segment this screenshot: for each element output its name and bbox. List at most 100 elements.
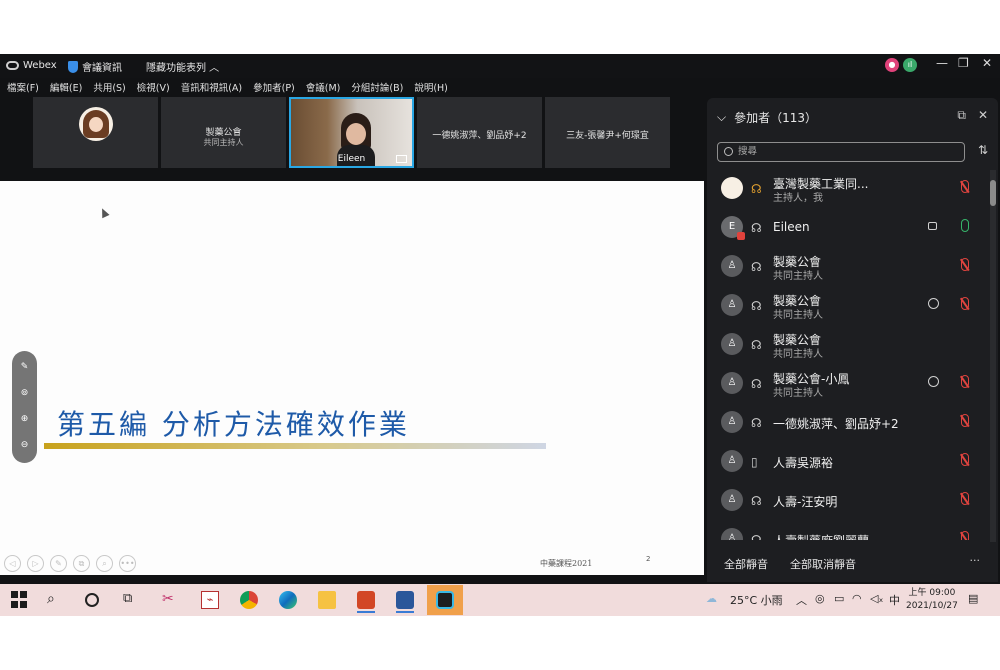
muted-mic-icon[interactable]: [961, 492, 969, 505]
chevron-down-icon[interactable]: ⌵: [717, 110, 726, 125]
avatar: [79, 107, 113, 141]
file-explorer-icon[interactable]: [318, 591, 336, 609]
list-item[interactable]: ♙ ☊ 製藥公會-小鳳 共同主持人: [707, 365, 990, 404]
menu-file[interactable]: 檔案(F): [0, 80, 39, 96]
chat-bubble-icon[interactable]: [928, 376, 939, 387]
video-tile-active-speaker[interactable]: Eileen: [289, 97, 414, 168]
restore-button[interactable]: ❐: [958, 56, 969, 70]
chat-bubble-icon[interactable]: [928, 298, 939, 309]
record-icon[interactable]: ●: [885, 58, 899, 72]
battery-icon[interactable]: ▭: [834, 592, 844, 605]
avatar: ♙: [721, 450, 743, 472]
participant-name: Eileen: [773, 220, 810, 234]
list-item[interactable]: ♙ ☊ 製藥公會 共同主持人: [707, 248, 990, 287]
list-item[interactable]: ♙ ☊ 人壽製藥廠劉麗蘭: [707, 521, 990, 540]
webex-logo: Webex: [6, 60, 57, 71]
menu-help[interactable]: 說明(H): [407, 80, 448, 96]
muted-mic-icon[interactable]: [961, 297, 969, 310]
list-item[interactable]: ♙ ☊ 人壽-汪安明: [707, 482, 990, 521]
sort-icon[interactable]: ⇅: [978, 143, 988, 157]
audio-icon: ☊: [751, 416, 762, 430]
muted-mic-icon[interactable]: [961, 531, 969, 540]
tile-name: 一德姚淑萍、劉品妤+2: [432, 131, 527, 141]
pdf-reader-icon[interactable]: ⌁: [201, 591, 219, 609]
muted-mic-icon[interactable]: [961, 180, 969, 193]
participant-list-scrollbar[interactable]: [990, 170, 996, 542]
zoom-in-icon[interactable]: ⊕: [18, 413, 31, 426]
muted-mic-icon[interactable]: [961, 414, 969, 427]
list-item[interactable]: ☊ 臺灣製藥工業同... 主持人，我: [707, 170, 990, 209]
weather-text[interactable]: 25°C 小雨: [730, 592, 783, 608]
windows-start-icon[interactable]: [11, 591, 29, 609]
system-clock[interactable]: 上午 09:00 2021/10/27: [906, 587, 958, 613]
annotate-pen-icon[interactable]: ✎: [18, 361, 31, 374]
scrollbar-thumb[interactable]: [990, 180, 996, 206]
panel-header[interactable]: ⌵ 參加者（113）: [717, 109, 817, 126]
notifications-icon[interactable]: ▤: [968, 592, 978, 605]
menu-edit[interactable]: 編輯(E): [43, 80, 82, 96]
participant-role: 共同主持人: [773, 271, 823, 282]
powerpoint-icon[interactable]: [357, 591, 375, 613]
tile-name: 三友-張馨尹+何璟宜: [566, 131, 649, 141]
word-icon[interactable]: [396, 591, 414, 613]
more-options-icon[interactable]: •••: [119, 555, 136, 572]
list-item[interactable]: ♙ ▯ 人壽吳源裕: [707, 443, 990, 482]
wifi-icon[interactable]: ◠: [852, 592, 862, 605]
slide-underline: [44, 443, 546, 449]
previous-slide-icon[interactable]: ◁: [4, 555, 21, 572]
next-slide-icon[interactable]: ▷: [27, 555, 44, 572]
search-input[interactable]: 搜尋: [717, 142, 965, 162]
menu-share[interactable]: 共用(S): [86, 80, 125, 96]
participant-name: 人壽製藥廠劉麗蘭: [773, 532, 869, 540]
muted-mic-icon[interactable]: [961, 258, 969, 271]
clock-time: 上午 09:00: [908, 588, 956, 598]
menu-breakout[interactable]: 分組討論(B): [344, 80, 403, 96]
menu-meeting[interactable]: 會議(M): [299, 80, 341, 96]
minimize-button[interactable]: —: [936, 56, 948, 70]
meet-now-icon[interactable]: ◎: [815, 592, 825, 605]
video-tile-participant[interactable]: 一德姚淑萍、劉品妤+2: [417, 97, 542, 168]
edge-icon[interactable]: [279, 591, 297, 609]
search-icon[interactable]: ⌕: [47, 591, 65, 609]
unmuted-mic-icon[interactable]: [961, 219, 969, 232]
unmute-all-button[interactable]: 全部取消靜音: [790, 556, 856, 572]
webex-taskbar-button[interactable]: [427, 585, 463, 615]
muted-mic-icon[interactable]: [961, 453, 969, 466]
task-view-icon[interactable]: ⧉: [123, 591, 141, 609]
list-item[interactable]: ♙ ☊ 製藥公會 共同主持人: [707, 287, 990, 326]
list-item[interactable]: E ☊ Eileen: [707, 209, 990, 248]
more-options-button[interactable]: ···: [970, 554, 981, 567]
hide-menu-bar-button[interactable]: 隱藏功能表列 ︿: [146, 59, 219, 74]
slides-grid-icon[interactable]: ⧉: [73, 555, 90, 572]
list-item[interactable]: ♙ ☊ 一德姚淑萍、劉品妤+2: [707, 404, 990, 443]
volume-icon[interactable]: ◁ₓ: [870, 592, 883, 605]
close-panel-icon[interactable]: ✕: [978, 108, 988, 123]
ime-indicator[interactable]: 中: [889, 592, 900, 608]
cortana-icon[interactable]: [85, 593, 99, 607]
menu-audio-video[interactable]: 音訊和視訊(A): [174, 80, 242, 96]
audio-icon: ☊: [751, 260, 762, 274]
snipping-tool-icon[interactable]: ✂: [162, 591, 180, 609]
chrome-icon[interactable]: [240, 591, 258, 609]
pop-out-icon[interactable]: ⧉: [957, 108, 966, 123]
zoom-out-icon[interactable]: ⊖: [18, 439, 31, 452]
video-tile-participant[interactable]: 三友-張馨尹+何璟宜: [545, 97, 670, 168]
slide-title: 第五編 分析方法確效作業: [57, 408, 410, 441]
video-tile-host[interactable]: [33, 97, 158, 168]
weather-icon[interactable]: ☁: [706, 592, 717, 605]
close-window-button[interactable]: ✕: [982, 56, 992, 70]
pen-icon[interactable]: ✎: [50, 555, 67, 572]
magnifier-icon[interactable]: ⌕: [96, 555, 113, 572]
muted-mic-icon[interactable]: [961, 375, 969, 388]
list-item[interactable]: ♙ ☊ 製藥公會 共同主持人: [707, 326, 990, 365]
network-health-icon[interactable]: ıl: [903, 58, 917, 72]
shared-content-slide: 第五編 分析方法確效作業 中藥課程2021 2 ✎ ⊚ ⊕ ⊖ ◁ ▷ ✎ ⧉ …: [0, 181, 704, 575]
meeting-info-button[interactable]: 會議資訊: [68, 59, 122, 74]
pointer-icon[interactable]: ⊚: [18, 387, 31, 400]
menu-view[interactable]: 檢視(V): [130, 80, 170, 96]
video-camera-icon[interactable]: [928, 222, 937, 230]
mute-all-button[interactable]: 全部靜音: [724, 556, 768, 572]
tray-chevron-icon[interactable]: ︿: [796, 592, 807, 608]
menu-participants[interactable]: 參加者(P): [246, 80, 295, 96]
video-tile-cohost[interactable]: 製藥公會 共同主持人: [161, 97, 286, 168]
